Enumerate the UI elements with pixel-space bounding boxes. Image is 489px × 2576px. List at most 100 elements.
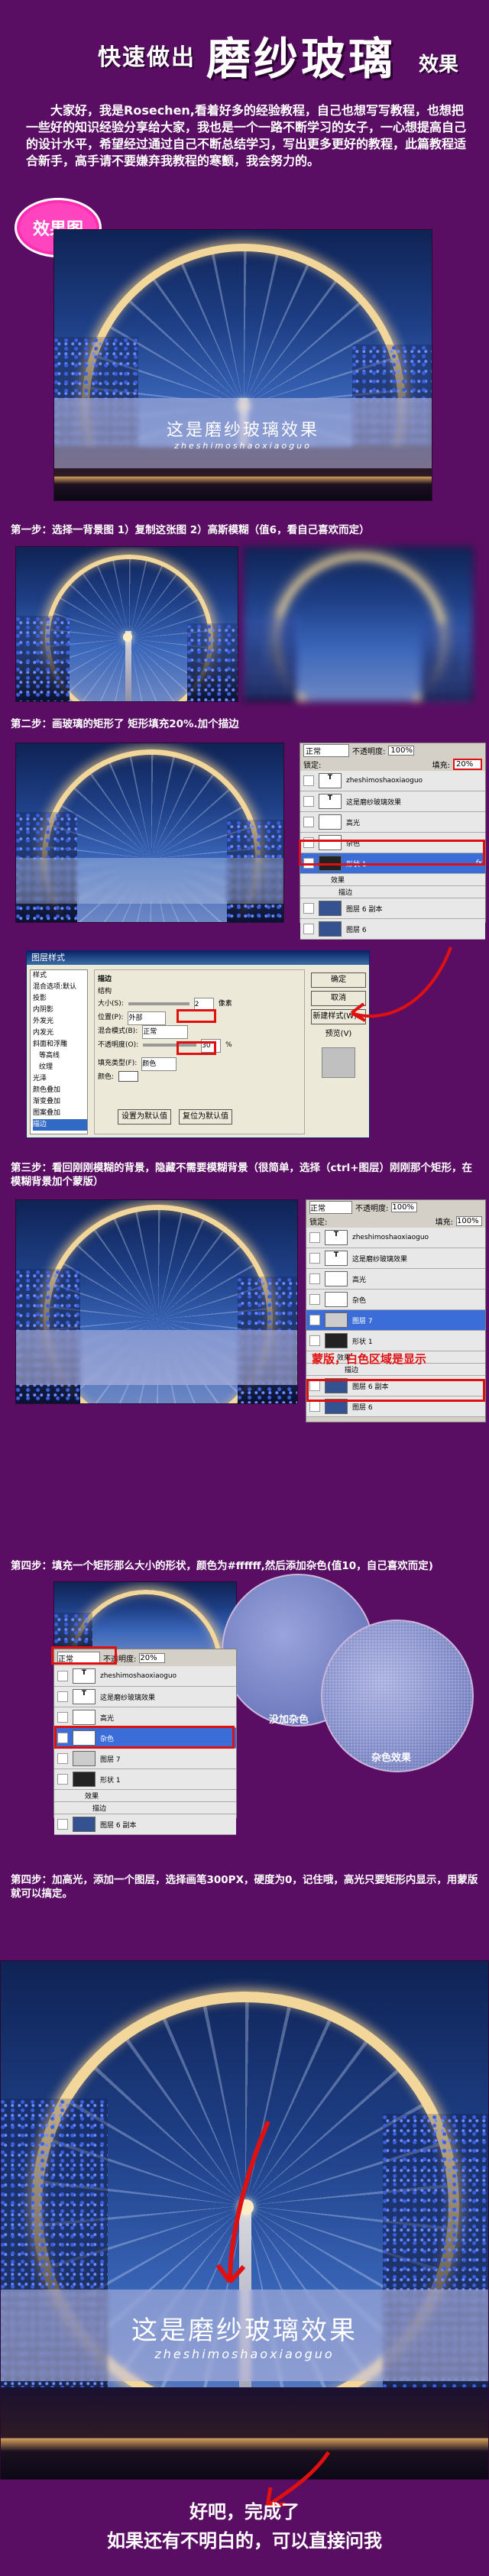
eye-icon[interactable] [57,1774,68,1785]
position-select[interactable]: 外部 [128,1011,167,1025]
eye-icon[interactable] [303,924,314,934]
style-item[interactable]: 样式 [33,970,87,982]
eye-icon[interactable] [303,796,314,807]
step5-text: 第四步：加高光，添加一个图层，选择画笔300PX，硬度为0，记住哦，高光只要矩形… [11,1874,478,1900]
size-label: 大小(S): [98,1000,124,1008]
layer-row[interactable]: Tzheshimoshaoxiaoguo [306,1228,485,1248]
style-item[interactable]: 外发光 [33,1016,87,1027]
title-large: 磨纱玻璃 [206,33,397,85]
layer-row[interactable]: Tzheshimoshaoxiaoguo [300,771,485,791]
eye-icon[interactable] [303,775,314,786]
step1-photo-blurred [243,546,474,702]
opacity-input[interactable]: 100% [388,745,415,756]
final-glass-title: 这是磨纱玻璃效果 [131,2315,358,2346]
eye-icon[interactable] [303,817,314,827]
layer-row[interactable]: 形状 1 [54,1769,236,1790]
eye-icon[interactable] [309,1294,320,1305]
glass-subtitle: zheshimoshaoxiaoguo [174,440,312,451]
layer-row[interactable]: 图层 7 [54,1749,236,1769]
style-item[interactable]: 斜面和浮雕 [33,1039,87,1050]
fill-type-select[interactable]: 颜色 [141,1057,177,1071]
layer-row[interactable]: 高光 [300,812,485,833]
step4-text: 第四步：填充一个矩形那么大小的形状，颜色为#ffffff,然后添加杂色(值10，… [11,1560,433,1572]
eye-icon[interactable] [57,1671,68,1681]
style-item[interactable]: 渐变叠加 [33,1096,87,1108]
fill-input[interactable]: 20% [453,758,482,770]
eye-icon[interactable] [309,1315,320,1325]
layer-effect-row[interactable]: 描边 [300,886,485,898]
layer-effect-row[interactable]: 描边 [54,1802,236,1814]
style-item[interactable]: 投影 [33,993,87,1005]
section-label: 描边 [98,976,112,983]
layer-style-dialog: 图层样式 样式 混合选项:默认 投影 内阴影 外发光 内发光 斜面和浮雕 等高线… [26,950,370,1138]
layer-row[interactable]: T 这是磨纱玻璃效果 [306,1248,485,1269]
layer-thumbnail [319,921,342,937]
eye-icon[interactable] [57,1691,68,1702]
step3-layers-panel: 正常 不透明度: 100% 锁定: 填充: 100% Tzheshimoshaox… [306,1199,486,1422]
layer-row-selected[interactable]: 图层 7 [306,1310,485,1331]
layer-row[interactable]: T 这是磨纱玻璃效果 [54,1687,236,1707]
layer-effect-row[interactable]: 效果 [54,1790,236,1802]
eye-icon[interactable] [309,1401,320,1412]
layer-row[interactable]: 高光 [54,1707,236,1728]
style-item[interactable]: 图案叠加 [33,1108,87,1119]
step2-glass-rect [16,858,283,904]
style-item[interactable]: 纹理 [33,1062,87,1073]
size-unit: 像素 [218,1000,232,1008]
style-item[interactable]: 内阴影 [33,1005,87,1016]
mask-annotation: 蒙版，白色区域是显示 [312,1352,427,1366]
eye-icon[interactable] [57,1753,68,1764]
layer-row[interactable]: 图层 6 [300,919,485,940]
color-label: 颜色: [98,1073,115,1081]
final-glass-subtitle: zheshimoshaoxiaoguo [154,2347,335,2361]
set-default-button[interactable]: 设置为默认值 [118,1109,171,1125]
blend-mode-select[interactable]: 正常 [303,743,349,757]
eye-icon[interactable] [303,903,314,914]
arrow-icon [350,947,452,1022]
position-label: 位置(P): [98,1014,124,1021]
title-small: 快速做出 [98,44,196,71]
subsection-label: 结构 [98,988,112,995]
text-layer-icon: T [319,794,342,809]
layer-row[interactable]: 图层 6 副本 [54,1814,236,1835]
eye-icon[interactable] [309,1273,320,1284]
eye-icon[interactable] [309,1232,320,1243]
style-item[interactable]: 颜色叠加 [33,1085,87,1096]
eye-icon[interactable] [57,1712,68,1723]
no-noise-label: 没加杂色 [269,1714,309,1726]
fill-label: 填充: [432,761,450,770]
style-item[interactable]: 内发光 [33,1027,87,1039]
layer-row[interactable]: 图层 6 副本 [300,898,485,919]
layer-row[interactable]: Tzheshimoshaoxiaoguo [54,1666,236,1687]
style-item[interactable]: 光泽 [33,1073,87,1085]
opacity-label: 不透明度(O): [98,1041,139,1049]
layer-row[interactable]: 形状 1 [306,1331,485,1351]
intro-text: 大家好，我是Rosechen,看着好多的经验教程，自己也想写写教程，也想把一些好… [26,103,467,168]
color-swatch[interactable] [118,1071,139,1082]
style-item-selected[interactable]: 描边 [33,1119,87,1131]
hero-photo: 这是磨纱玻璃效果 zheshimoshaoxiaoguo [53,229,432,501]
size-slider[interactable] [128,1002,189,1005]
glass-panel: 这是磨纱玻璃效果 zheshimoshaoxiaoguo [54,398,432,468]
layer-effect-row[interactable]: 效果 [300,874,485,886]
layer-row[interactable]: 高光 [306,1269,485,1290]
style-item[interactable]: 等高线 [33,1050,87,1062]
layer-row[interactable]: 杂色 [306,1290,485,1310]
arrow-icon [215,2120,270,2284]
eye-icon[interactable] [309,1335,320,1346]
noise-label: 杂色效果 [371,1752,412,1764]
layer-row[interactable]: T 这是磨纱玻璃效果 [300,791,485,812]
eye-icon[interactable] [57,1819,68,1830]
ending-line1: 好吧，完成了 [189,2501,300,2523]
blend-label: 混合模式(B): [98,1027,138,1035]
layer-thumbnail [319,814,342,830]
step2-text: 第二步：画玻璃的矩形了 矩形填充20%.加个描边 [11,718,239,730]
lock-label: 锁定: [303,761,322,770]
style-item[interactable]: 混合选项:默认 [33,982,87,993]
dialog-title: 图层样式 [27,951,369,965]
step1-photo-sharp [15,546,238,702]
glass-title: 这是磨纱玻璃效果 [166,420,319,440]
blend-select[interactable]: 正常 [142,1025,189,1039]
reset-default-button[interactable]: 复位为默认值 [179,1109,232,1125]
eye-icon[interactable] [309,1253,320,1264]
